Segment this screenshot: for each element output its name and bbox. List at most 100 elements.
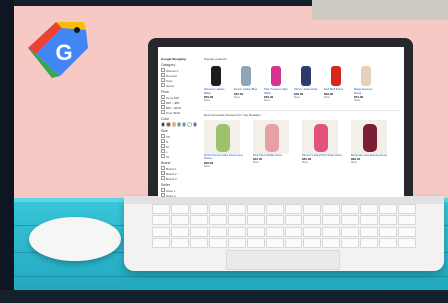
keyboard-key	[246, 226, 265, 237]
keyboard-key	[284, 215, 303, 226]
checkbox-icon[interactable]	[161, 73, 165, 77]
filters-sidebar: Google Shopping Category Women's Dresses To…	[161, 57, 197, 197]
filter-section-title: Price	[161, 90, 169, 94]
checkbox-icon[interactable]	[161, 105, 165, 109]
product-store: Store	[234, 95, 240, 99]
product-title[interactable]: Beige Summer Dress	[354, 87, 378, 95]
checkbox-icon[interactable]	[161, 83, 165, 87]
keyboard-key	[398, 226, 416, 237]
keyboard-key	[284, 237, 303, 248]
checkbox-icon[interactable]	[161, 193, 165, 197]
color-swatch[interactable]	[187, 122, 192, 127]
dress-image[interactable]	[302, 120, 338, 154]
left-border	[0, 0, 14, 303]
filter-section-title: Seller	[161, 183, 170, 187]
dress-figure	[265, 124, 279, 152]
keyboard-key	[265, 215, 284, 226]
keyboard-key	[189, 215, 208, 226]
popular-products-section: Popular products Women's Jacket Black $59…	[204, 57, 400, 102]
product-image[interactable]	[354, 64, 378, 88]
keyboard-key	[284, 226, 303, 237]
checkbox-icon[interactable]	[161, 110, 165, 114]
checkbox-icon[interactable]	[161, 139, 165, 143]
product-image[interactable]	[324, 64, 348, 88]
keyboard-key	[227, 226, 246, 237]
filter-option[interactable]: Store 2	[161, 193, 197, 197]
keyboard-key	[152, 215, 170, 226]
keyboard-key	[152, 237, 170, 248]
dress-store: Store	[253, 161, 259, 165]
keyboard-key	[246, 204, 265, 214]
checkbox-icon[interactable]	[161, 100, 165, 104]
filter-option-label: XL	[166, 155, 170, 159]
filter-option[interactable]: XL	[161, 154, 197, 159]
checkbox-icon[interactable]	[161, 149, 165, 153]
filter-option[interactable]: Jeans	[161, 83, 197, 88]
keyboard-key	[189, 204, 208, 214]
keyboard-key	[322, 226, 341, 237]
filter-option[interactable]: Over $100	[161, 110, 197, 115]
checkbox-icon[interactable]	[161, 95, 165, 99]
checkbox-icon[interactable]	[161, 188, 165, 192]
product-tile[interactable]: Beige Summer Dress $54.99 Store	[354, 64, 378, 102]
keyboard-key	[284, 204, 303, 214]
filter-option[interactable]: Brand 3	[161, 176, 197, 181]
dress-figure	[216, 124, 230, 152]
product-tile[interactable]: Women's Jacket Black $59.99 Store	[204, 64, 228, 102]
keyboard-key	[170, 215, 189, 226]
wall-photo	[312, 0, 448, 20]
product-title[interactable]: Pink Trousers High Waist	[264, 87, 288, 95]
keyboard-key	[360, 204, 379, 214]
dress-store: Store	[351, 161, 357, 165]
keyboard-key	[208, 204, 227, 214]
color-swatch[interactable]	[192, 122, 197, 127]
color-swatch[interactable]	[166, 122, 171, 127]
dress-image[interactable]	[351, 120, 387, 154]
product-image[interactable]	[204, 64, 228, 88]
checkbox-icon[interactable]	[161, 171, 165, 175]
dress-image[interactable]	[253, 120, 289, 154]
product-image[interactable]	[294, 64, 318, 88]
product-image[interactable]	[264, 64, 288, 88]
dress-card[interactable]: Pink Tiered Ruffle Dress $42.00 Store	[253, 120, 297, 168]
color-swatch[interactable]	[161, 122, 166, 127]
keyboard-key	[303, 215, 322, 226]
dress-store: Store	[204, 164, 210, 168]
product-tile[interactable]: Pink Trousers High Waist $39.99 Store	[264, 64, 288, 102]
checkbox-icon[interactable]	[161, 144, 165, 148]
checkbox-icon[interactable]	[161, 78, 165, 82]
keyboard-key	[170, 226, 189, 237]
checkbox-icon[interactable]	[161, 134, 165, 138]
dress-card[interactable]: Burgundy Lace Evening Gown $89.00 Store	[351, 120, 395, 168]
checkbox-icon[interactable]	[161, 176, 165, 180]
product-title[interactable]: Women's Jacket Black	[204, 87, 228, 95]
product-title[interactable]: Denim Jacket Blue	[234, 87, 258, 92]
product-figure	[271, 66, 281, 86]
dress-title[interactable]: Floral Summer Maxi Dress Long Sleeve	[204, 154, 248, 161]
product-tile[interactable]: Red Midi Dress $69.99 Store	[324, 64, 348, 102]
color-swatch[interactable]	[182, 122, 187, 127]
keyboard-key	[246, 237, 265, 248]
dress-figure	[363, 124, 377, 152]
keyboard-key	[379, 226, 398, 237]
dress-card[interactable]: Women's Floral Print Wrap Dress $35.99 Sto…	[302, 120, 346, 168]
checkbox-icon[interactable]	[161, 154, 165, 158]
dress-card[interactable]: Floral Summer Maxi Dress Long Sleeve $38.…	[204, 120, 248, 168]
product-title[interactable]: Skinny Jeans Dark	[294, 87, 318, 92]
recommended-header: Recommended dresses from Top Retailers	[204, 113, 261, 117]
keyboard-key	[265, 237, 284, 248]
keyboard-key	[227, 237, 246, 248]
google-shopping-logo: G	[28, 22, 88, 78]
product-tile[interactable]: Denim Jacket Blue $45.00 Store	[234, 64, 258, 102]
filter-option-label: Store 2	[166, 194, 176, 197]
checkbox-icon[interactable]	[161, 68, 165, 72]
product-tile[interactable]: Skinny Jeans Dark $49.99 Store	[294, 64, 318, 102]
product-image[interactable]	[234, 64, 258, 88]
color-swatch[interactable]	[176, 122, 182, 127]
dress-image[interactable]	[204, 120, 240, 154]
keyboard-key	[398, 204, 416, 214]
keyboard-key	[360, 215, 379, 226]
filter-section-title: Color	[161, 117, 170, 121]
checkbox-icon[interactable]	[161, 166, 165, 170]
color-swatch[interactable]	[171, 122, 176, 127]
